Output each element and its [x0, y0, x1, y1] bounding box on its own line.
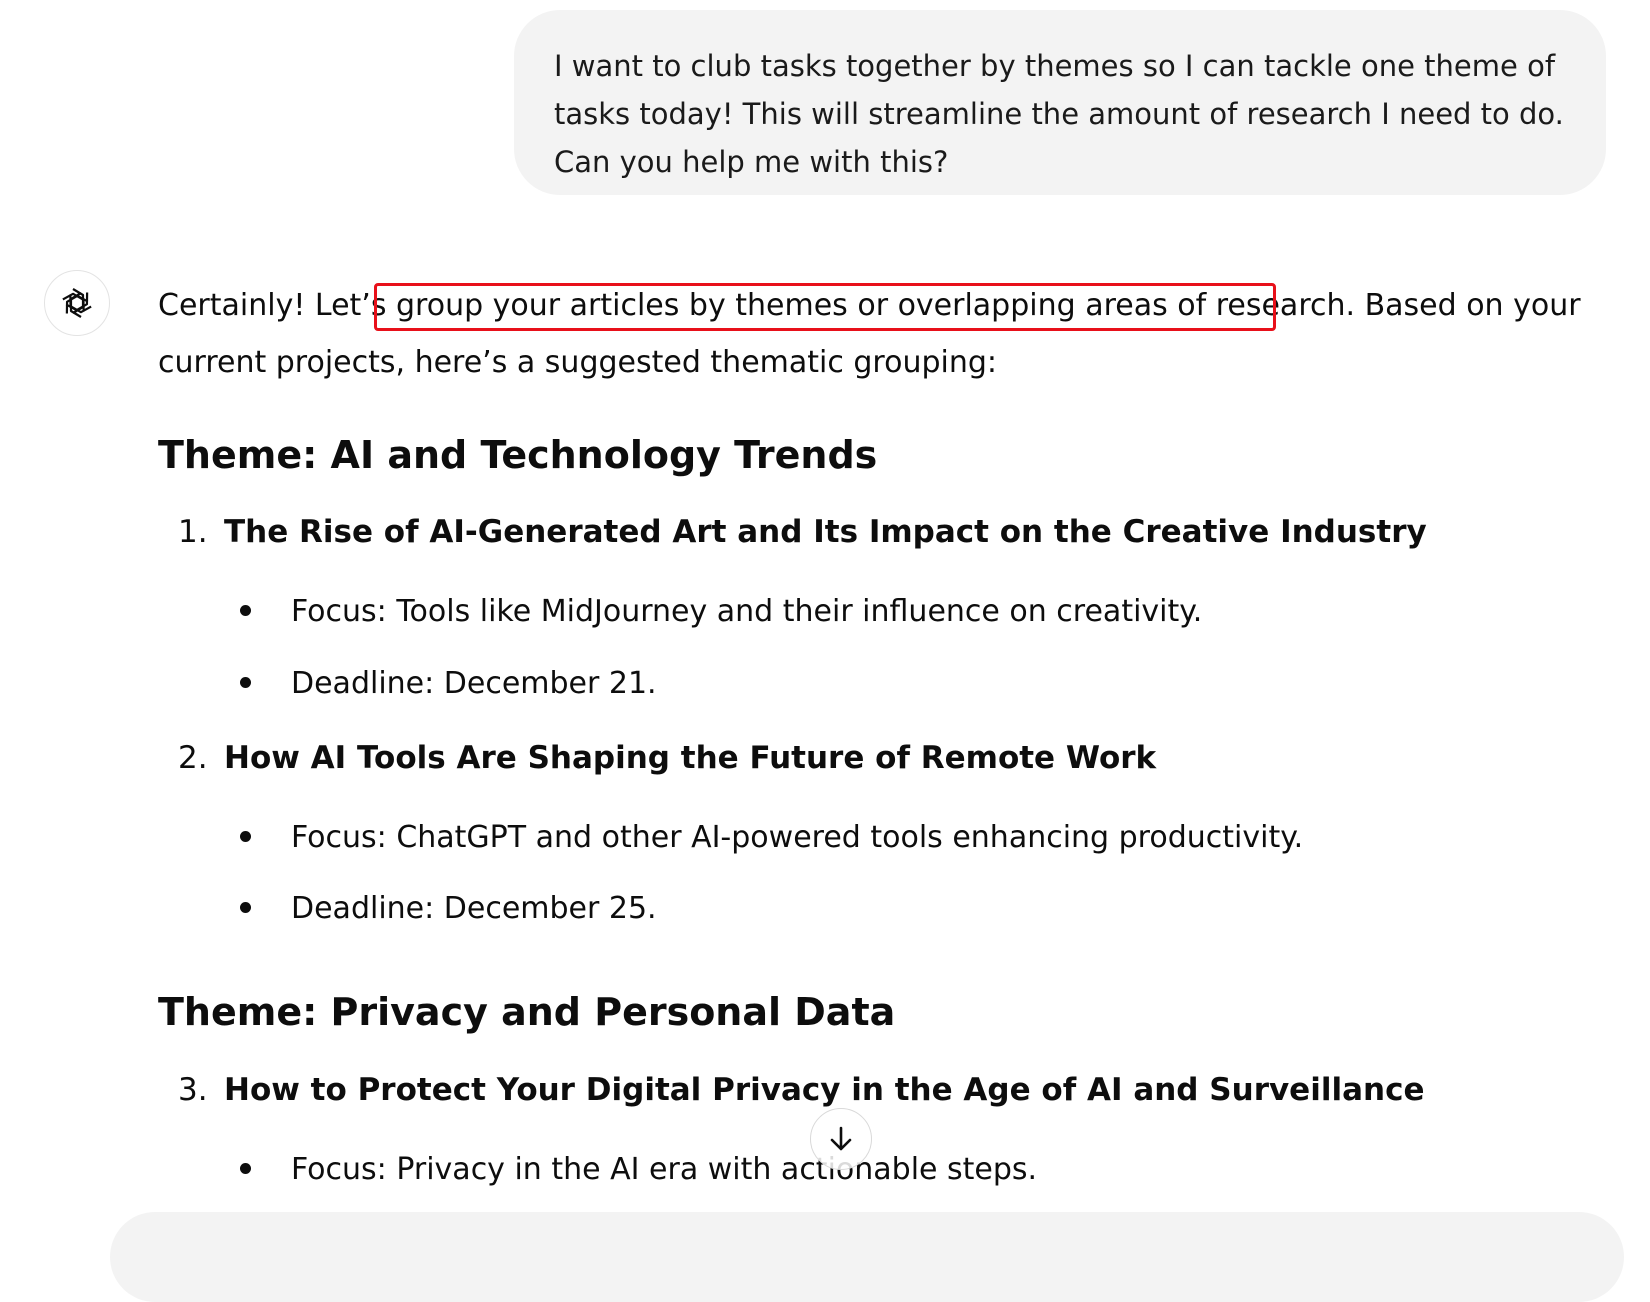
highlighted-phrase: group your articles by themes or overlap…: [396, 288, 1346, 323]
scroll-to-bottom-button[interactable]: [810, 1108, 872, 1170]
list-item-title: 2. How AI Tools Are Shaping the Future of…: [178, 738, 1156, 778]
user-message-line: tasks today! This will streamline the am…: [554, 97, 1564, 131]
bullet-dot: [240, 1163, 251, 1174]
article-title: How AI Tools Are Shaping the Future of R…: [224, 740, 1157, 776]
bullet-dot: [240, 831, 251, 842]
intro-line-2: current projects, here’s a suggested the…: [158, 345, 998, 380]
theme-heading: Theme: Privacy and Personal Data: [158, 990, 896, 1034]
user-message-bubble: I want to club tasks together by themes …: [514, 10, 1606, 195]
bullet-item: Focus: ChatGPT and other AI-powered tool…: [240, 818, 1303, 858]
bullet-text: Focus: ChatGPT and other AI-powered tool…: [291, 820, 1304, 855]
bullet-item: Deadline: December 25.: [240, 889, 657, 929]
bullet-dot: [240, 605, 251, 616]
openai-logo-icon: [62, 288, 92, 318]
bullet-text: Deadline: December 21.: [291, 666, 657, 701]
list-number: 3.: [178, 1072, 208, 1108]
user-message-line: Can you help me with this?: [554, 145, 949, 179]
list-number: 2.: [178, 740, 208, 776]
intro-text: Certainly! Let’s: [158, 288, 396, 323]
message-composer[interactable]: [110, 1212, 1624, 1302]
theme-heading: Theme: AI and Technology Trends: [158, 433, 878, 477]
bullet-text: Deadline: December 25.: [291, 891, 657, 926]
assistant-avatar: [44, 270, 110, 336]
assistant-intro-paragraph: Certainly! Let’s group your articles by …: [158, 277, 1598, 391]
bullet-item: Deadline: December 21.: [240, 664, 657, 704]
list-item-title: 1. The Rise of AI-Generated Art and Its I…: [178, 512, 1427, 552]
bullet-item: Focus: Privacy in the AI era with action…: [240, 1150, 1037, 1190]
intro-line-1: Certainly! Let’s group your articles by …: [158, 277, 1598, 334]
list-item-title: 3. How to Protect Your Digital Privacy in…: [178, 1070, 1424, 1110]
arrow-down-icon: [830, 1126, 852, 1151]
article-title: The Rise of AI-Generated Art and Its Imp…: [224, 514, 1427, 550]
bullet-dot: [240, 902, 251, 913]
bullet-item: Focus: Tools like MidJourney and their i…: [240, 592, 1202, 632]
list-number: 1.: [178, 514, 208, 550]
bullet-text: Focus: Tools like MidJourney and their i…: [291, 594, 1203, 629]
user-message-line: I want to club tasks together by themes …: [554, 49, 1556, 83]
article-title: How to Protect Your Digital Privacy in t…: [224, 1072, 1425, 1108]
bullet-text: Focus: Privacy in the AI era with action…: [291, 1152, 1038, 1187]
intro-text: . Based on your: [1345, 288, 1581, 323]
bullet-dot: [240, 677, 251, 688]
